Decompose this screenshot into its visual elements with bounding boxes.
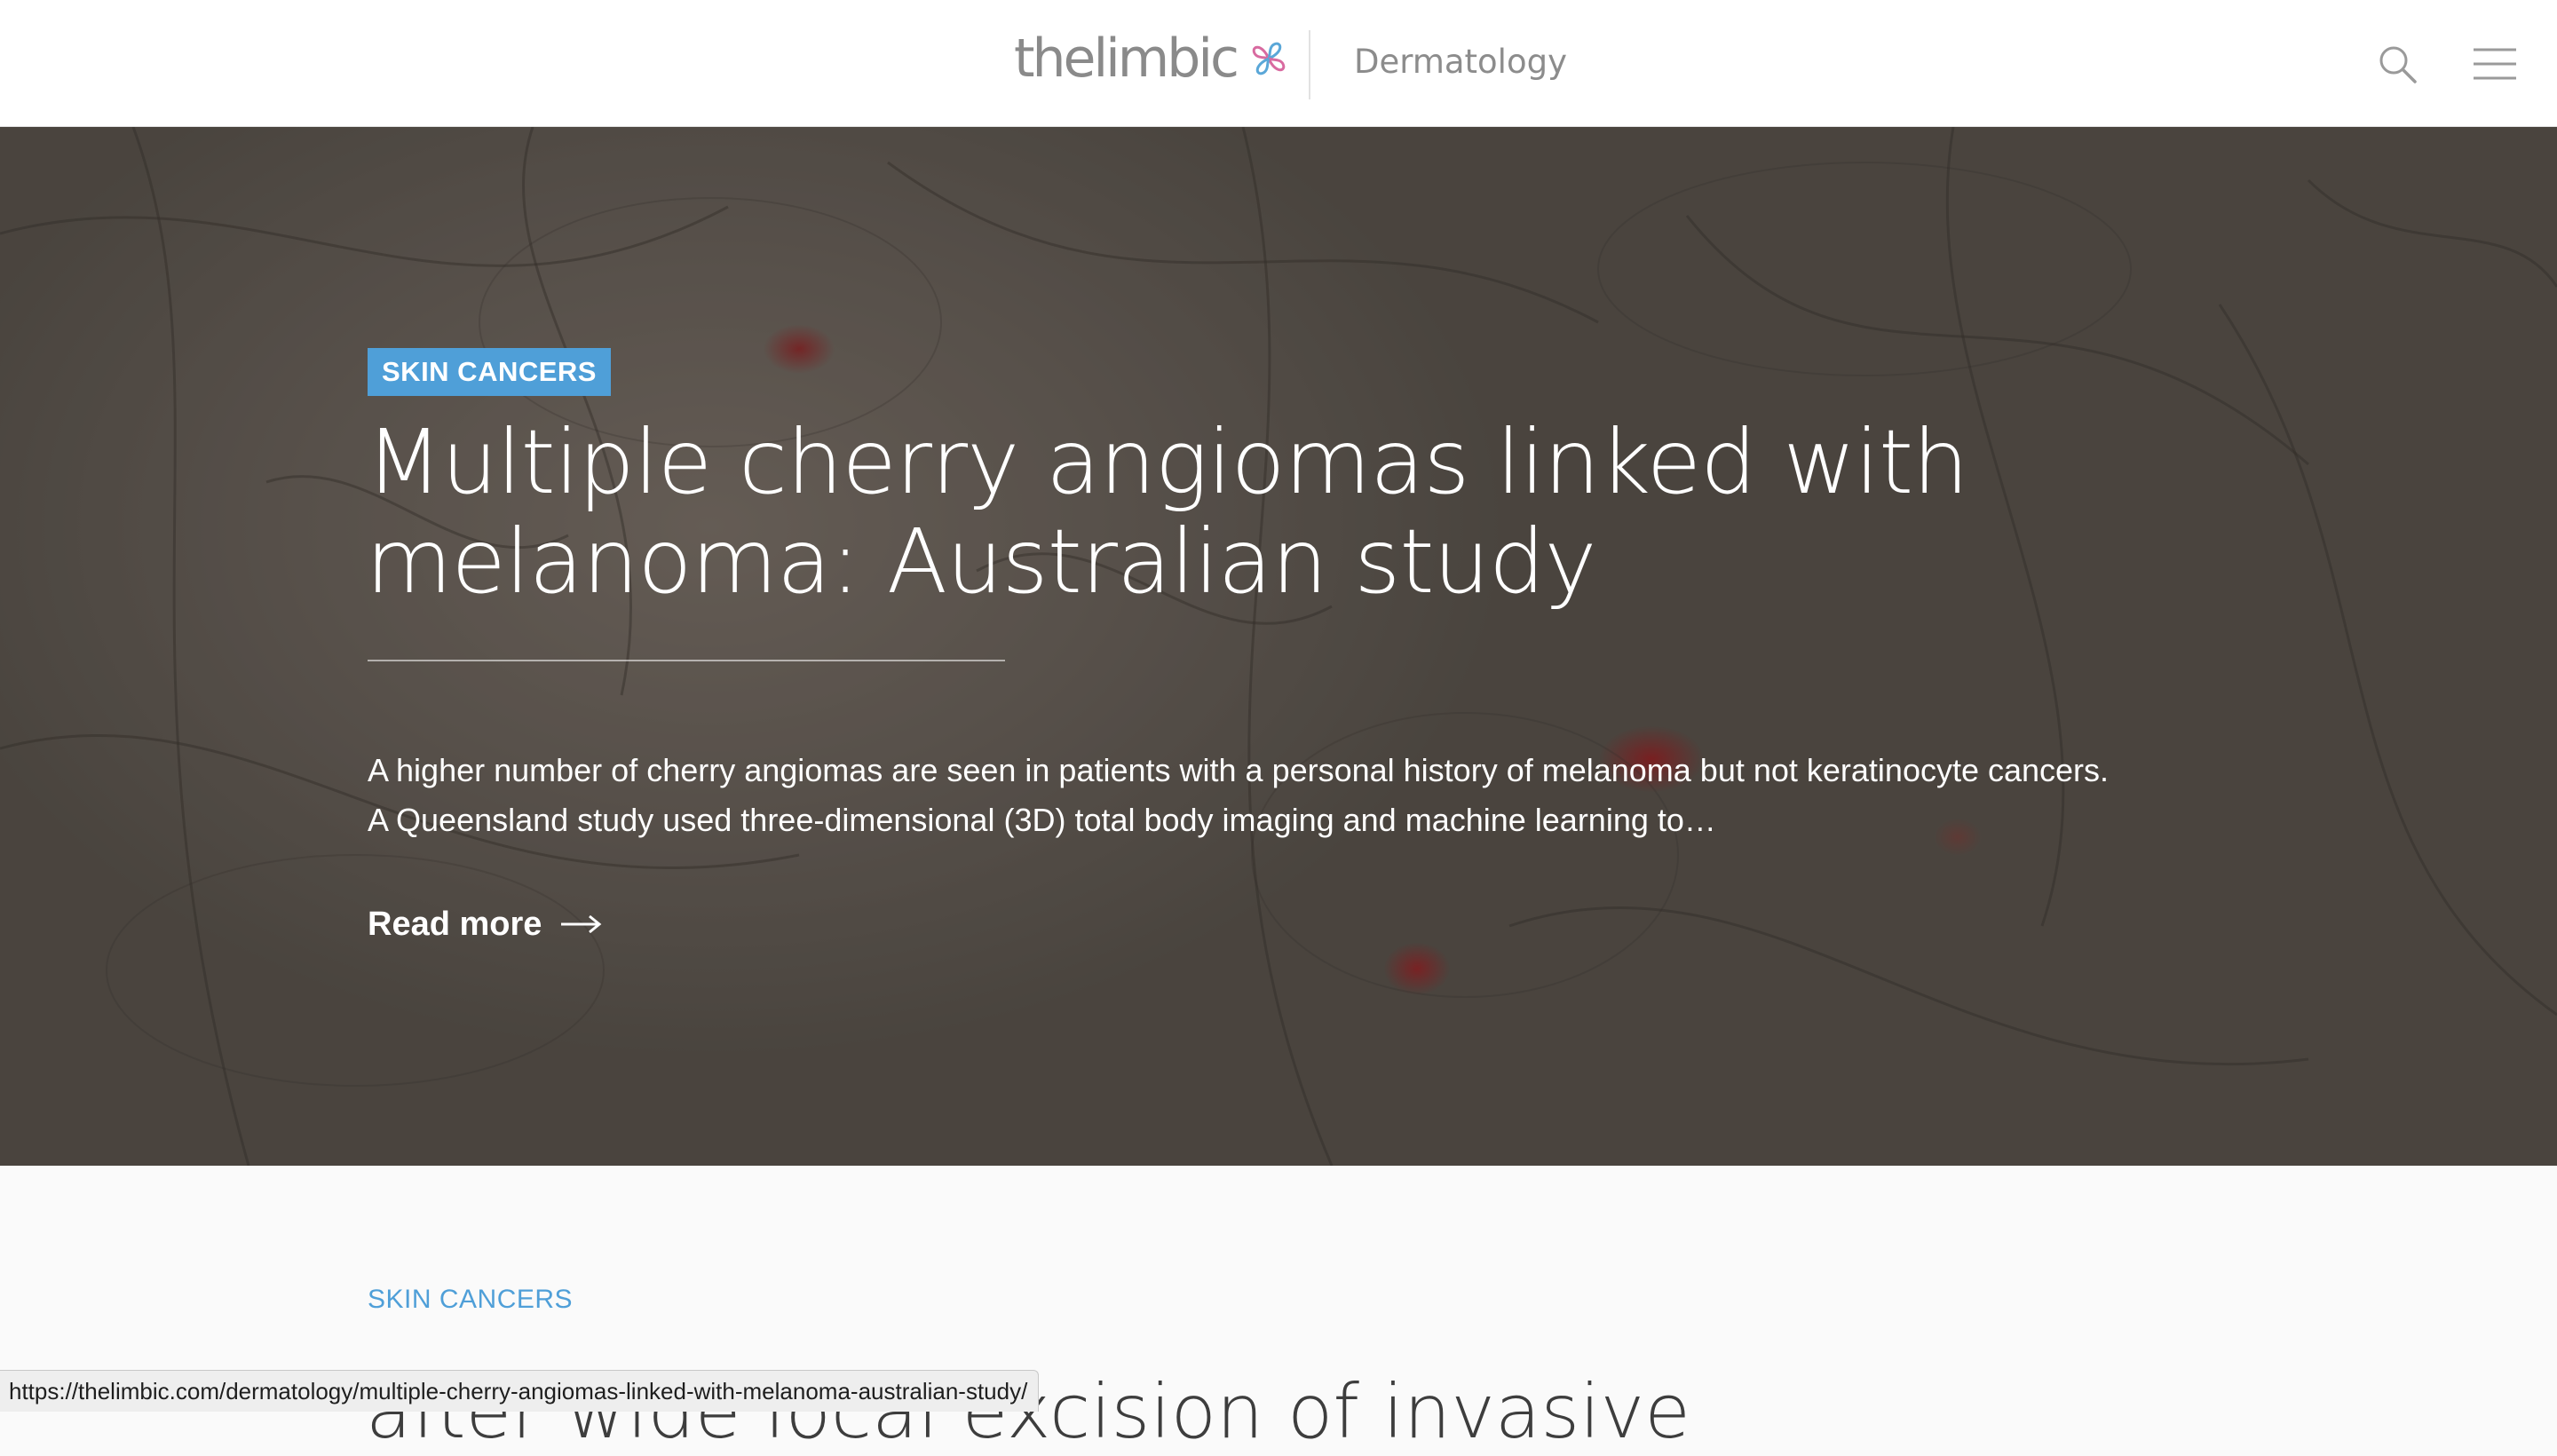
- limbic-logo-mark-icon: [1252, 42, 1286, 75]
- browser-status-bar-url: https://thelimbic.com/dermatology/multip…: [0, 1370, 1040, 1412]
- search-icon: [2379, 46, 2417, 83]
- site-header: thelimbic Dermatology: [0, 0, 2557, 127]
- hero-dark-overlay: [0, 127, 2557, 1166]
- hero-category-tag[interactable]: SKIN CANCERS: [368, 348, 611, 396]
- arrow-right-icon: [561, 914, 602, 934]
- next-article-category[interactable]: SKIN CANCERS: [368, 1285, 573, 1315]
- hero-title[interactable]: Multiple cherry angiomas linked with mel…: [366, 413, 2230, 612]
- section-name[interactable]: Dermatology: [1354, 43, 1567, 81]
- site-logo[interactable]: thelimbic: [1014, 23, 1294, 94]
- hamburger-menu-icon: [2474, 48, 2516, 80]
- logo-text: thelimbic: [1014, 28, 1239, 90]
- read-more-label: Read more: [368, 905, 542, 943]
- hero-divider: [368, 660, 1005, 661]
- hero-article: SKIN CANCERS Multiple cherry angiomas li…: [0, 127, 2557, 1166]
- header-divider: [1309, 30, 1310, 99]
- read-more-link[interactable]: Read more: [368, 898, 602, 951]
- hero-excerpt: A higher number of cherry angiomas are s…: [368, 752, 2110, 838]
- search-button[interactable]: [2369, 36, 2426, 92]
- menu-button[interactable]: [2466, 36, 2523, 92]
